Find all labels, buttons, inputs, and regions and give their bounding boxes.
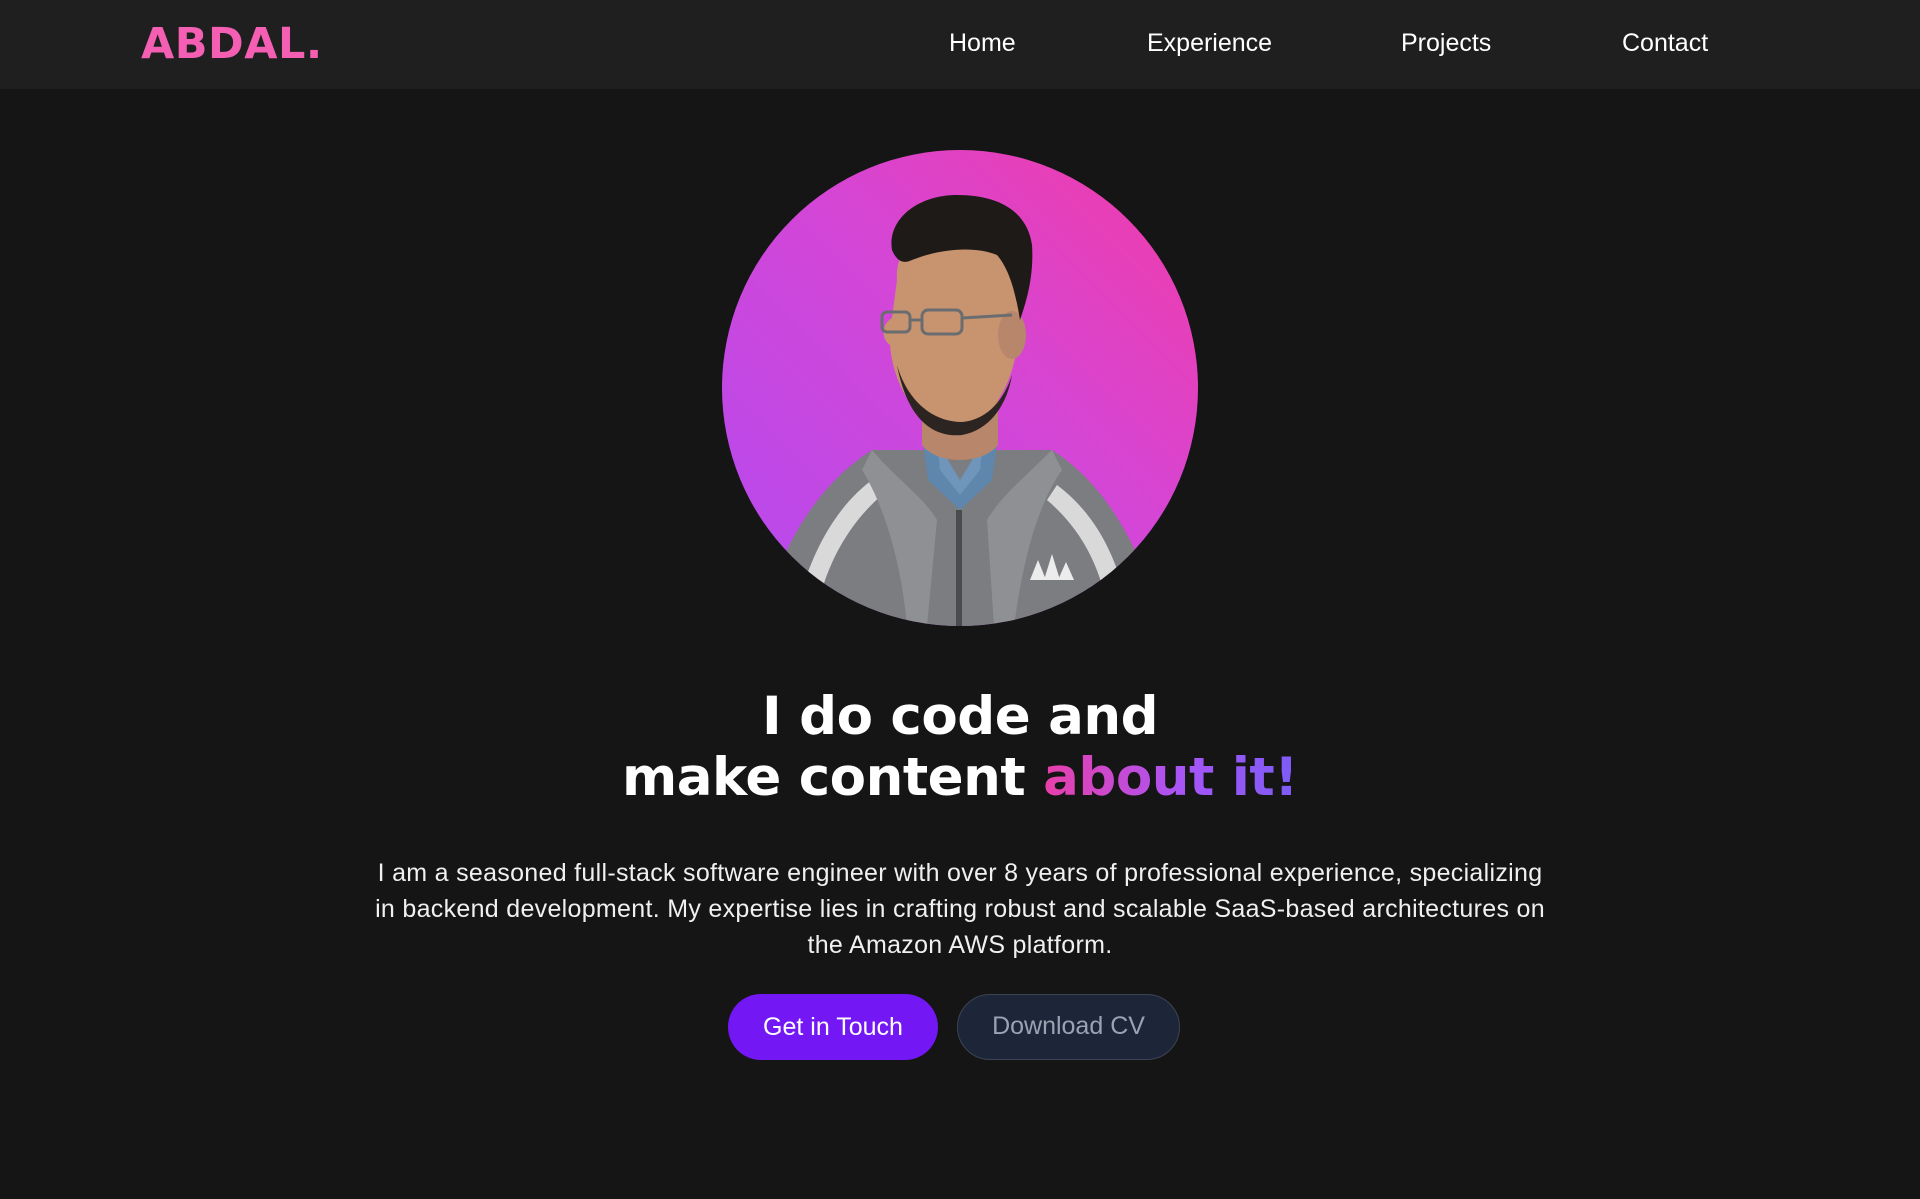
- nav-link-contact[interactable]: Contact: [1622, 28, 1708, 58]
- get-in-touch-button[interactable]: Get in Touch: [728, 994, 938, 1060]
- nav-link-projects[interactable]: Projects: [1401, 28, 1491, 58]
- profile-photo-icon: [762, 195, 1162, 626]
- profile-avatar: [722, 150, 1198, 626]
- hero-headline: I do code and make content about it!: [0, 686, 1920, 808]
- nav-link-home[interactable]: Home: [949, 28, 1016, 58]
- site-logo[interactable]: ABDAL.: [141, 18, 323, 70]
- download-cv-button[interactable]: Download CV: [957, 994, 1180, 1060]
- navbar: ABDAL. Home Experience Projects Contact: [0, 0, 1920, 89]
- headline-line-2: make content: [622, 747, 1044, 808]
- headline-line-1: I do code and: [761, 686, 1159, 747]
- hero-intro: I am a seasoned full-stack software engi…: [375, 859, 1545, 959]
- nav-link-experience[interactable]: Experience: [1147, 28, 1272, 58]
- headline-accent: about it!: [1043, 747, 1298, 808]
